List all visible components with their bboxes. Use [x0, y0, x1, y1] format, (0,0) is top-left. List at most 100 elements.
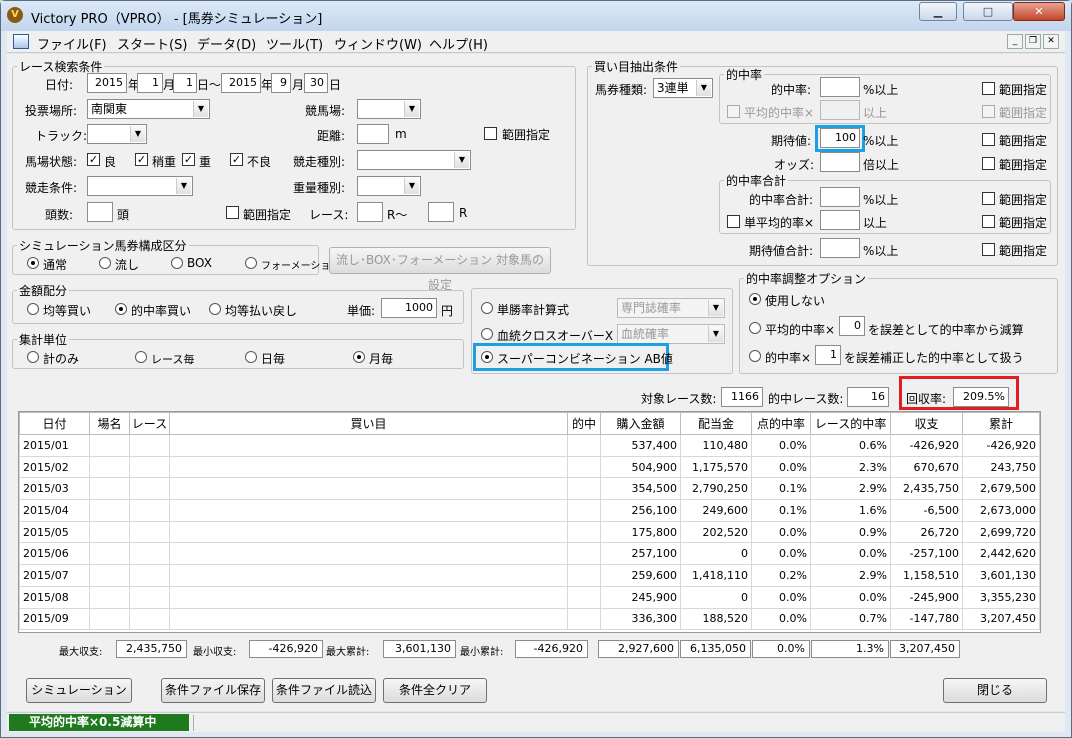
win-rate-source-select[interactable]: 専門誌確率 ▼	[617, 298, 725, 318]
table-row[interactable]: 2015/04 256,100 249,600 0.1% 1.6% -6,500 2,673…	[19, 499, 1040, 522]
venue-select[interactable]: 南関東 ▼	[87, 99, 210, 119]
end-year-field[interactable]: 2015	[221, 73, 261, 93]
maximize-button[interactable]: □	[963, 2, 1013, 21]
col-payout[interactable]: 配当金	[680, 412, 752, 435]
adjust-subtract-field[interactable]: 0	[839, 316, 865, 336]
menu-help[interactable]: ヘルプ(H)	[429, 34, 488, 53]
hit-total-field[interactable]	[820, 187, 860, 207]
close-button[interactable]: 閉じる	[943, 678, 1047, 703]
simulate-button[interactable]: シミュレーション	[26, 678, 132, 703]
menu-window[interactable]: ウィンドウ(W)	[334, 34, 422, 53]
sim-nagashi-radio[interactable]	[99, 257, 111, 269]
calc-super-combination-radio[interactable]	[481, 351, 493, 363]
close-window-button[interactable]: ✕	[1013, 2, 1065, 21]
load-conditions-button[interactable]: 条件ファイル読込	[272, 678, 376, 703]
sim-normal-radio[interactable]	[27, 257, 39, 269]
cond-heavy-checkbox[interactable]: ✓	[182, 153, 195, 166]
adjust-none-radio[interactable]	[749, 293, 761, 305]
money-equal-payout-radio[interactable]	[209, 303, 221, 315]
heads-range-checkbox[interactable]	[226, 206, 239, 219]
col-balance[interactable]: 収支	[890, 412, 963, 435]
mdi-close-icon[interactable]: ✕	[1043, 34, 1059, 49]
sim-formation-radio[interactable]	[245, 257, 257, 269]
cond-bad-checkbox[interactable]: ✓	[230, 153, 243, 166]
end-day-field[interactable]: 30	[304, 73, 328, 93]
col-cumulative[interactable]: 累計	[962, 412, 1040, 435]
agg-day-radio[interactable]	[245, 351, 257, 363]
single-avg-range-checkbox[interactable]	[982, 215, 995, 228]
menu-file[interactable]: ファイル(F)	[37, 34, 107, 53]
mdi-restore-icon[interactable]: ❐	[1025, 34, 1041, 49]
col-venue[interactable]: 場名	[89, 412, 130, 435]
mdi-minimize-icon[interactable]: _	[1007, 34, 1023, 49]
col-race[interactable]: レース	[129, 412, 170, 435]
menu-start[interactable]: スタート(S)	[117, 34, 187, 53]
expect-total-range-checkbox[interactable]	[982, 243, 995, 256]
avg-hit-field[interactable]	[820, 100, 860, 120]
odds-field[interactable]	[820, 152, 860, 172]
race-from-field[interactable]	[357, 202, 383, 222]
sim-box-radio[interactable]	[171, 257, 183, 269]
table-row[interactable]: 2015/03 354,500 2,790,250 0.1% 2.9% 2,435,750…	[19, 477, 1040, 501]
table-row[interactable]: 2015/02 504,900 1,175,570 0.0% 2.3% 670,670 24…	[19, 455, 1040, 479]
hit-rate-field[interactable]	[820, 77, 860, 97]
hit-total-range-checkbox[interactable]	[982, 192, 995, 205]
cond-good-checkbox[interactable]: ✓	[87, 153, 100, 166]
table-row[interactable]: 2015/01 537,400 110,480 0.0% 0.6% -426,920 -42…	[19, 434, 1040, 457]
heads-field[interactable]	[87, 202, 113, 222]
bet-type-select[interactable]: 3連単 ▼	[653, 78, 713, 98]
distance-range-checkbox[interactable]	[484, 127, 497, 140]
single-avg-field[interactable]	[820, 210, 860, 230]
race-to-field[interactable]	[428, 202, 454, 222]
clear-conditions-button[interactable]: 条件全クリア	[383, 678, 487, 703]
agg-total-radio[interactable]	[27, 351, 39, 363]
col-date[interactable]: 日付	[19, 412, 90, 435]
adjust-subtract-radio[interactable]	[749, 322, 761, 334]
col-hit[interactable]: 的中	[567, 412, 601, 435]
table-row[interactable]: 2015/09 336,300 188,520 0.0% 0.7% -147,780 3,2…	[19, 607, 1040, 631]
table-row[interactable]: 2015/07 259,600 1,418,110 0.2% 2.9% 1,158,510…	[19, 564, 1040, 587]
menu-tools[interactable]: ツール(T)	[266, 34, 323, 53]
col-purchase[interactable]: 購入金額	[600, 412, 681, 435]
adjust-correct-field[interactable]: 1	[815, 345, 841, 365]
money-equal-radio[interactable]	[27, 303, 39, 315]
table-row[interactable]: 2015/05 175,800 202,520 0.0% 0.9% 26,720 2,699…	[19, 520, 1040, 544]
start-month-field[interactable]: 1	[137, 73, 163, 93]
save-conditions-button[interactable]: 条件ファイル保存	[161, 678, 265, 703]
calc-win-rate-radio[interactable]	[481, 302, 493, 314]
col-point-rate[interactable]: 点的中率	[751, 412, 811, 435]
odds-range-checkbox[interactable]	[982, 157, 995, 170]
avg-hit-checkbox[interactable]	[727, 105, 740, 118]
single-avg-checkbox[interactable]	[727, 215, 740, 228]
agg-month-radio[interactable]	[353, 351, 365, 363]
start-day-field[interactable]: 1	[173, 73, 197, 93]
minimize-button[interactable]: ▁	[919, 2, 957, 21]
results-grid[interactable]: 日付 場名 レース 買い目 的中 購入金額 配当金 点的中率 レース的中率 収支…	[18, 411, 1041, 633]
weight-type-select[interactable]: ▼	[357, 176, 421, 196]
track-select[interactable]: ▼	[357, 99, 421, 119]
cond-slightly-heavy-checkbox[interactable]: ✓	[135, 153, 148, 166]
unit-price-field[interactable]: 1000	[381, 298, 437, 318]
race-type-select[interactable]: ▼	[357, 150, 471, 170]
target-horse-setting-button[interactable]: 流し･BOX･フォーメーション 対象馬の設定	[329, 247, 551, 292]
expect-field[interactable]: 100	[820, 128, 860, 148]
avg-hit-range-checkbox[interactable]	[982, 105, 995, 118]
col-bet[interactable]: 買い目	[169, 412, 568, 435]
start-year-field[interactable]: 2015	[87, 73, 127, 93]
calc-crossover-radio[interactable]	[481, 328, 493, 340]
pedigree-source-select[interactable]: 血統確率 ▼	[617, 324, 725, 344]
adjust-correct-radio[interactable]	[749, 350, 761, 362]
hit-rate-range-checkbox[interactable]	[982, 82, 995, 95]
race-cond-select[interactable]: ▼	[87, 176, 193, 196]
table-row[interactable]: 2015/06 257,100 0 0.0% 0.0% -257,100 2,442,620	[19, 542, 1040, 566]
distance-field[interactable]	[357, 124, 389, 144]
agg-race-radio[interactable]	[135, 351, 147, 363]
course-select[interactable]: ▼	[87, 124, 147, 144]
col-race-rate[interactable]: レース的中率	[810, 412, 891, 435]
table-row[interactable]: 2015/08 245,900 0 0.0% 0.0% -245,900 3,355,230	[19, 585, 1040, 609]
end-month-field[interactable]: 9	[271, 73, 291, 93]
money-hitrate-radio[interactable]	[115, 303, 127, 315]
menu-data[interactable]: データ(D)	[197, 34, 256, 53]
expect-total-field[interactable]	[820, 238, 860, 258]
expect-range-checkbox[interactable]	[982, 133, 995, 146]
